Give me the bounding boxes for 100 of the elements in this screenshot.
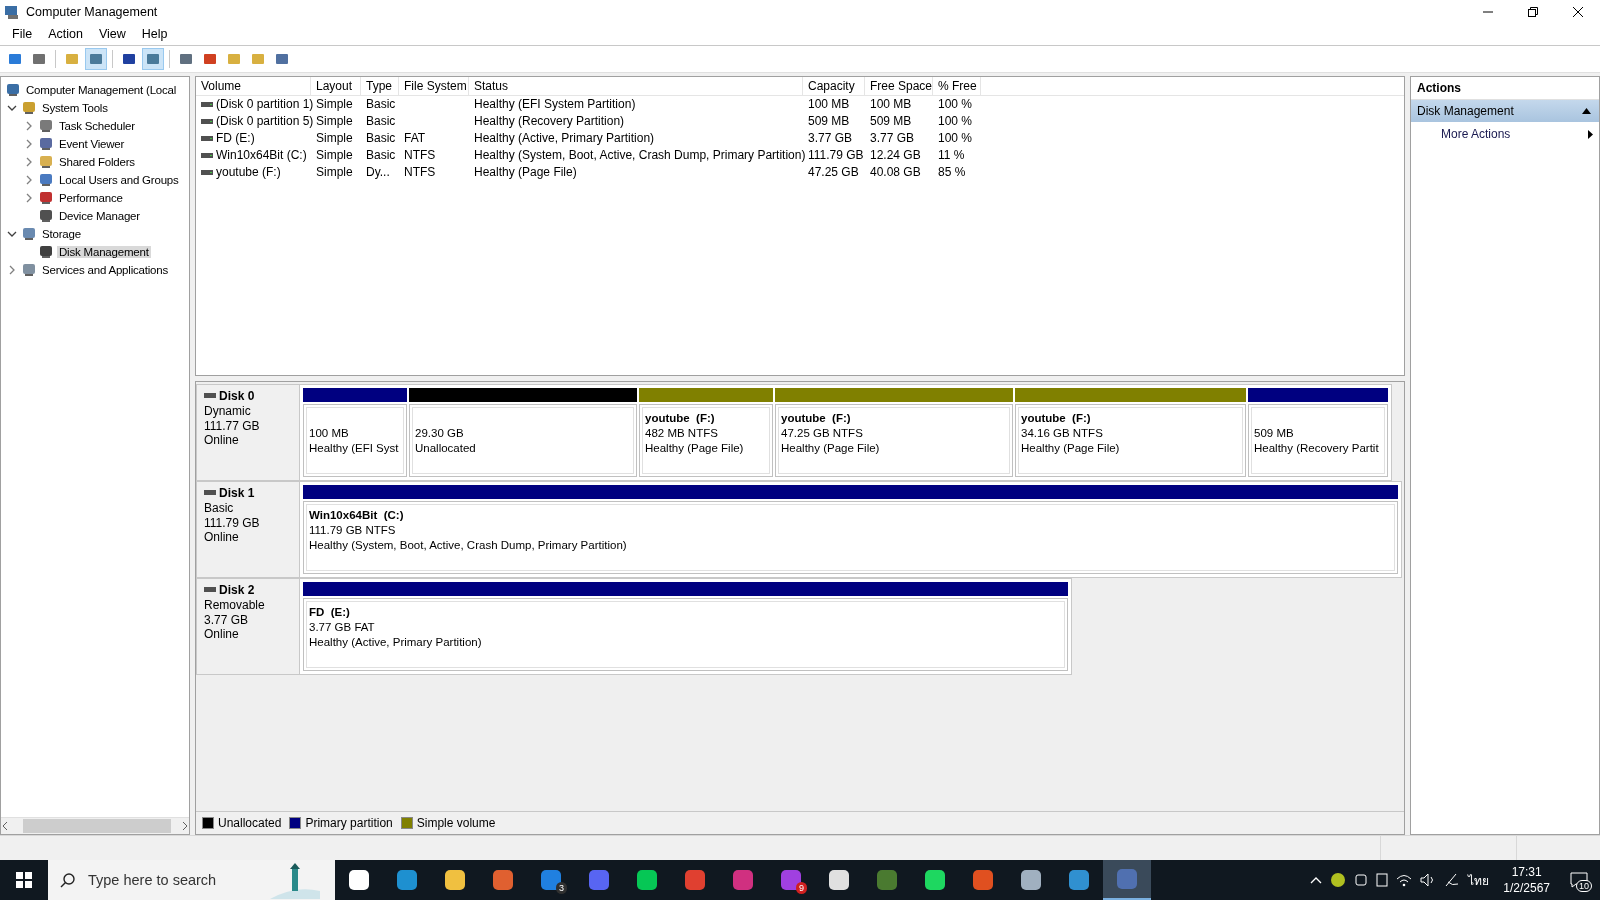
partition-block[interactable]: 509 MB Healthy (Recovery Partit: [1248, 404, 1388, 477]
table-cell: 40.08 GB: [870, 164, 921, 179]
scrollbar-thumb[interactable]: [23, 819, 171, 833]
partition-detail: Healthy (Page File): [781, 441, 881, 456]
tree-item[interactable]: Shared Folders: [57, 156, 137, 168]
collapse-triangle-icon: [1582, 108, 1591, 114]
partition-detail: Healthy (Recovery Partit: [1254, 441, 1380, 456]
partition-detail: Healthy (EFI Syst: [309, 441, 400, 456]
table-cell: Dy...: [366, 164, 390, 179]
table-cell: 111.79 GB: [808, 147, 864, 162]
disk-status: Online: [204, 433, 240, 449]
taskbar-app-button[interactable]: 3: [527, 860, 575, 900]
tree-item[interactable]: Services and Applications: [40, 264, 171, 276]
menu-item[interactable]: Action: [40, 27, 91, 41]
tree-item[interactable]: Local Users and Groups: [57, 174, 181, 186]
table-cell: Simple: [316, 114, 353, 129]
console-tree-button[interactable]: [85, 48, 107, 70]
partition-title: Win10x64Bit (C:): [309, 508, 405, 523]
partition-block[interactable]: 29.30 GB Unallocated: [409, 404, 637, 477]
disk-name: Disk 1: [219, 486, 255, 501]
partition-detail: 509 MB: [1254, 426, 1295, 441]
drive-icon: [201, 100, 213, 109]
disk-name: Disk 2: [219, 583, 255, 598]
tree-item[interactable]: Computer Management (Local: [24, 84, 179, 96]
partition-block[interactable]: youtube (F:) 34.16 GB NTFS Healthy (Page File): [1015, 404, 1246, 477]
partition-detail: 29.30 GB: [415, 426, 465, 441]
partition-block[interactable]: youtube (F:) 482 MB NTFS Healthy (Page File): [639, 404, 773, 477]
table-cell: Simple: [316, 97, 353, 112]
column-header[interactable]: File System: [399, 77, 469, 95]
table-cell: 12.24 GB: [870, 147, 921, 162]
disk-status: Online: [204, 627, 240, 643]
menu-item[interactable]: View: [90, 27, 134, 41]
tree-item[interactable]: System Tools: [40, 102, 110, 114]
action-pane-button[interactable]: [142, 48, 164, 70]
partition-detail: 47.25 GB NTFS: [781, 426, 864, 441]
table-cell: Healthy (Page File): [474, 164, 577, 179]
column-header[interactable]: Capacity: [803, 77, 865, 95]
partition-block[interactable]: Win10x64Bit (C:) 111.79 GB NTFS Healthy (System, Boot, Active, Crash Dump, Primary Partition): [303, 501, 1398, 574]
drive-icon: [201, 134, 213, 142]
search-icon: [60, 872, 76, 888]
partition-detail: Unallocated: [415, 441, 477, 456]
table-cell: 100 MB: [870, 97, 912, 112]
column-header[interactable]: Free Space: [865, 77, 933, 95]
table-cell: 100 %: [938, 97, 973, 112]
partition-block[interactable]: youtube (F:) 47.25 GB NTFS Healthy (Page File): [775, 404, 1013, 477]
partition-detail: 100 MB: [309, 426, 350, 441]
column-header[interactable]: Volume: [196, 77, 311, 95]
legend-label: Simple volume: [416, 816, 496, 830]
table-cell: youtube (F:): [216, 164, 281, 179]
partition-detail: 34.16 GB NTFS: [1021, 426, 1104, 441]
search-field[interactable]: Type here to search: [86, 871, 260, 889]
partition-title: youtube (F:): [645, 411, 716, 426]
disk-status: Online: [204, 530, 240, 546]
action-item[interactable]: More Actions: [1411, 122, 1599, 146]
tree-item[interactable]: Disk Management: [57, 246, 151, 258]
tree-item[interactable]: Task Scheduler: [57, 120, 137, 132]
scroll-left-icon: [1, 822, 9, 830]
input-language[interactable]: ไทย: [1468, 870, 1490, 890]
table-cell: Simple: [316, 164, 353, 179]
column-header[interactable]: Status: [469, 77, 803, 95]
expand-chevron-icon: [7, 265, 17, 275]
table-cell: Simple: [316, 131, 353, 145]
table-cell: FAT: [404, 131, 426, 145]
partition-block[interactable]: 100 MB Healthy (EFI Syst: [303, 404, 407, 477]
clock[interactable]: 17:31 1/2/2567: [1497, 864, 1556, 896]
tablet-icon: [1376, 872, 1389, 888]
table-cell: NTFS: [404, 147, 436, 162]
tree-item[interactable]: Device Manager: [57, 210, 142, 222]
legend-label: Unallocated: [218, 816, 282, 830]
actions-section-header[interactable]: Disk Management: [1411, 100, 1599, 122]
menu-item[interactable]: Help: [133, 27, 176, 41]
disk-size: 111.79 GB: [204, 515, 261, 531]
table-cell: 3.77 GB: [808, 131, 853, 145]
taskbar-app-button[interactable]: 9: [767, 860, 815, 900]
tree-item[interactable]: Event Viewer: [57, 138, 127, 150]
table-cell: Basic: [366, 147, 396, 162]
disk-type: Removable: [204, 597, 266, 613]
restore-icon: [1527, 6, 1538, 17]
close-icon: [1572, 6, 1583, 17]
column-header[interactable]: % Free: [933, 77, 981, 95]
partition-block[interactable]: FD (E:) 3.77 GB FAT Healthy (Active, Primary Partition): [303, 598, 1068, 671]
table-cell: Healthy (Active, Primary Partition): [474, 131, 655, 145]
table-cell: 100 %: [938, 131, 973, 145]
menu-item[interactable]: File: [4, 27, 41, 41]
tray-app-icon: [1330, 872, 1347, 888]
tree-item[interactable]: Storage: [40, 228, 83, 240]
column-header[interactable]: Layout: [311, 77, 361, 95]
column-header[interactable]: Type: [361, 77, 399, 95]
tree-item[interactable]: Performance: [57, 192, 125, 204]
notification-button[interactable]: 10: [1564, 860, 1594, 900]
table-cell: Basic: [366, 114, 396, 129]
partition-title: youtube (F:): [781, 411, 852, 426]
collapse-chevron-icon: [7, 229, 17, 239]
table-cell: (Disk 0 partition 5): [216, 114, 314, 129]
table-cell: Win10x64Bit (C:): [216, 147, 307, 162]
table-cell: Healthy (EFI System Partition): [474, 97, 636, 112]
partition-detail: Healthy (System, Boot, Active, Crash Dump, Primary Partition): [309, 538, 628, 553]
table-cell: 100 %: [938, 114, 973, 129]
search-box[interactable]: Type here to search: [48, 860, 335, 900]
partition-detail: Healthy (Active, Primary Partition): [309, 635, 483, 650]
